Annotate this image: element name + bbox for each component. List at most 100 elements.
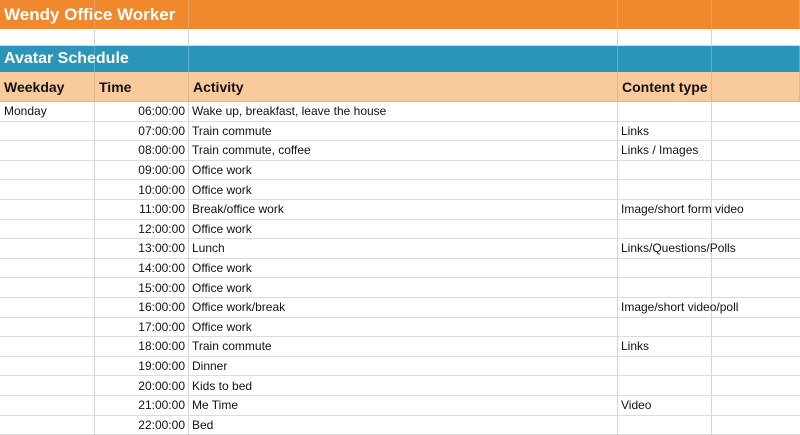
content-type-cell[interactable]: Image/short form video xyxy=(618,200,712,220)
empty-cell[interactable] xyxy=(712,102,800,122)
weekday-cell[interactable] xyxy=(0,161,95,181)
empty-cell[interactable] xyxy=(712,180,800,200)
header-weekday[interactable]: Weekday xyxy=(0,72,95,102)
activity-cell[interactable]: Office work/break xyxy=(189,298,618,318)
weekday-cell[interactable] xyxy=(0,278,95,298)
empty-cell[interactable] xyxy=(95,29,189,46)
activity-cell[interactable]: Office work xyxy=(189,220,618,240)
time-cell[interactable]: 10:00:00 xyxy=(95,180,189,200)
time-cell[interactable]: 21:00:00 xyxy=(95,396,189,416)
empty-cell[interactable] xyxy=(712,337,800,357)
empty-cell[interactable] xyxy=(712,220,800,240)
time-cell[interactable]: 17:00:00 xyxy=(95,318,189,338)
table-body: Monday06:00:00Wake up, breakfast, leave … xyxy=(0,102,800,435)
activity-cell[interactable]: Wake up, breakfast, leave the house xyxy=(189,102,618,122)
time-cell[interactable]: 13:00:00 xyxy=(95,239,189,259)
empty-cell[interactable] xyxy=(712,161,800,181)
content-type-cell[interactable]: Links / Images xyxy=(618,141,712,161)
title-cell-d[interactable] xyxy=(618,0,712,29)
time-cell[interactable]: 16:00:00 xyxy=(95,298,189,318)
content-type-cell[interactable]: Links xyxy=(618,337,712,357)
content-type-cell[interactable] xyxy=(618,259,712,279)
weekday-cell[interactable] xyxy=(0,298,95,318)
section-cell[interactable] xyxy=(618,46,712,72)
section-cell[interactable] xyxy=(189,46,618,72)
activity-cell[interactable]: Train commute xyxy=(189,337,618,357)
empty-cell[interactable] xyxy=(618,29,712,46)
weekday-cell[interactable] xyxy=(0,180,95,200)
activity-cell[interactable]: Kids to bed xyxy=(189,376,618,396)
content-type-cell[interactable] xyxy=(618,180,712,200)
time-cell[interactable]: 06:00:00 xyxy=(95,102,189,122)
activity-cell[interactable]: Break/office work xyxy=(189,200,618,220)
weekday-cell[interactable] xyxy=(0,122,95,142)
activity-cell[interactable]: Dinner xyxy=(189,357,618,377)
header-activity[interactable]: Activity xyxy=(189,72,618,102)
time-cell[interactable]: 18:00:00 xyxy=(95,337,189,357)
content-type-cell[interactable]: Image/short video/poll xyxy=(618,298,712,318)
weekday-cell[interactable] xyxy=(0,200,95,220)
weekday-cell[interactable] xyxy=(0,259,95,279)
time-cell[interactable]: 11:00:00 xyxy=(95,200,189,220)
content-type-cell[interactable] xyxy=(618,278,712,298)
section-cell[interactable] xyxy=(712,46,800,72)
weekday-cell[interactable] xyxy=(0,318,95,338)
header-empty[interactable] xyxy=(712,72,800,102)
content-type-cell[interactable] xyxy=(618,416,712,435)
activity-cell[interactable]: Train commute, coffee xyxy=(189,141,618,161)
content-type-cell[interactable]: Video xyxy=(618,396,712,416)
empty-cell[interactable] xyxy=(712,376,800,396)
title-cell-c[interactable] xyxy=(189,0,618,29)
empty-cell[interactable] xyxy=(712,259,800,279)
empty-cell[interactable] xyxy=(712,416,800,435)
activity-cell[interactable]: Office work xyxy=(189,278,618,298)
weekday-cell[interactable] xyxy=(0,220,95,240)
weekday-cell[interactable] xyxy=(0,376,95,396)
weekday-cell[interactable] xyxy=(0,357,95,377)
activity-cell[interactable]: Office work xyxy=(189,318,618,338)
activity-cell[interactable]: Office work xyxy=(189,161,618,181)
empty-cell[interactable] xyxy=(712,122,800,142)
empty-cell[interactable] xyxy=(712,357,800,377)
activity-cell[interactable]: Train commute xyxy=(189,122,618,142)
time-cell[interactable]: 20:00:00 xyxy=(95,376,189,396)
activity-cell[interactable]: Office work xyxy=(189,259,618,279)
time-cell[interactable]: 12:00:00 xyxy=(95,220,189,240)
content-type-cell[interactable] xyxy=(618,376,712,396)
time-cell[interactable]: 22:00:00 xyxy=(95,416,189,435)
time-cell[interactable]: 19:00:00 xyxy=(95,357,189,377)
time-cell[interactable]: 15:00:00 xyxy=(95,278,189,298)
content-type-cell[interactable] xyxy=(618,318,712,338)
time-cell[interactable]: 09:00:00 xyxy=(95,161,189,181)
empty-cell[interactable] xyxy=(712,278,800,298)
content-type-cell[interactable] xyxy=(618,161,712,181)
weekday-cell[interactable] xyxy=(0,141,95,161)
content-type-cell[interactable] xyxy=(618,220,712,240)
empty-cell[interactable] xyxy=(712,29,800,46)
table-row: 16:00:00Office work/breakImage/short vid… xyxy=(0,298,800,318)
time-cell[interactable]: 14:00:00 xyxy=(95,259,189,279)
empty-cell[interactable] xyxy=(712,396,800,416)
activity-cell[interactable]: Bed xyxy=(189,416,618,435)
weekday-cell[interactable] xyxy=(0,396,95,416)
weekday-cell[interactable] xyxy=(0,416,95,435)
weekday-cell[interactable]: Monday xyxy=(0,102,95,122)
empty-cell[interactable] xyxy=(712,318,800,338)
activity-cell[interactable]: Me Time xyxy=(189,396,618,416)
title-cell-e[interactable] xyxy=(712,0,800,29)
time-cell[interactable]: 08:00:00 xyxy=(95,141,189,161)
empty-cell[interactable] xyxy=(712,141,800,161)
weekday-cell[interactable] xyxy=(0,239,95,259)
activity-cell[interactable]: Lunch xyxy=(189,239,618,259)
weekday-cell[interactable] xyxy=(0,337,95,357)
content-type-cell[interactable] xyxy=(618,357,712,377)
empty-cell[interactable] xyxy=(189,29,618,46)
time-cell[interactable]: 07:00:00 xyxy=(95,122,189,142)
header-content-type[interactable]: Content type xyxy=(618,72,712,102)
content-type-cell[interactable] xyxy=(618,102,712,122)
content-type-cell[interactable]: Links/Questions/Polls xyxy=(618,239,712,259)
content-type-cell[interactable]: Links xyxy=(618,122,712,142)
header-time[interactable]: Time xyxy=(95,72,189,102)
empty-cell[interactable] xyxy=(0,29,95,46)
activity-cell[interactable]: Office work xyxy=(189,180,618,200)
